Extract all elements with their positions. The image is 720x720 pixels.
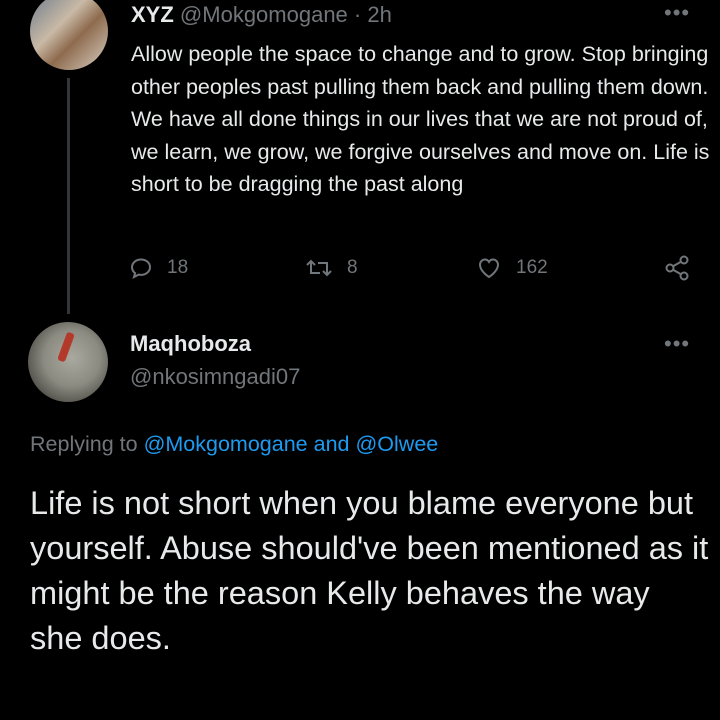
retweet-count: 8 xyxy=(347,257,358,278)
reply-handle[interactable]: @nkosimngadi07 xyxy=(130,364,300,390)
retweet-button[interactable]: 8 xyxy=(305,256,358,280)
share-icon xyxy=(665,255,689,281)
parent-display-name[interactable]: XYZ xyxy=(131,2,174,27)
reply-avatar[interactable] xyxy=(28,322,108,402)
parent-handle[interactable]: @Mokgomogane xyxy=(180,2,348,27)
reply-count: 18 xyxy=(167,257,189,278)
like-button[interactable]: 162 xyxy=(476,256,548,280)
parent-timestamp[interactable]: 2h xyxy=(367,2,391,27)
parent-tweet-text: Allow people the space to change and to … xyxy=(131,42,710,196)
reply-tweet-text: Life is not short when you blame everyon… xyxy=(30,485,709,656)
mention-link[interactable]: @Mokgomogane xyxy=(144,432,308,456)
replying-to-label: Replying to xyxy=(30,432,138,456)
header-separator: · xyxy=(353,2,362,27)
reply-button[interactable]: 18 xyxy=(129,256,188,280)
reply-display-name[interactable]: Maqhoboza xyxy=(130,331,251,357)
mention-conjunction: and xyxy=(313,432,350,456)
heart-icon xyxy=(478,258,500,279)
thread-line xyxy=(67,78,70,314)
more-horizontal-icon[interactable]: ••• xyxy=(664,331,690,357)
reply-icon xyxy=(130,258,152,279)
like-count: 162 xyxy=(516,257,548,278)
more-horizontal-icon[interactable]: ••• xyxy=(664,0,690,26)
retweet-icon xyxy=(306,259,332,277)
mention-link[interactable]: @Olwee xyxy=(355,432,438,456)
parent-avatar[interactable] xyxy=(30,0,108,70)
parent-tweet-header: XYZ @Mokgomogane · 2h xyxy=(131,2,392,28)
share-button[interactable] xyxy=(664,254,690,282)
replying-to-line: Replying to @Mokgomogane and @Olwee xyxy=(30,432,438,457)
